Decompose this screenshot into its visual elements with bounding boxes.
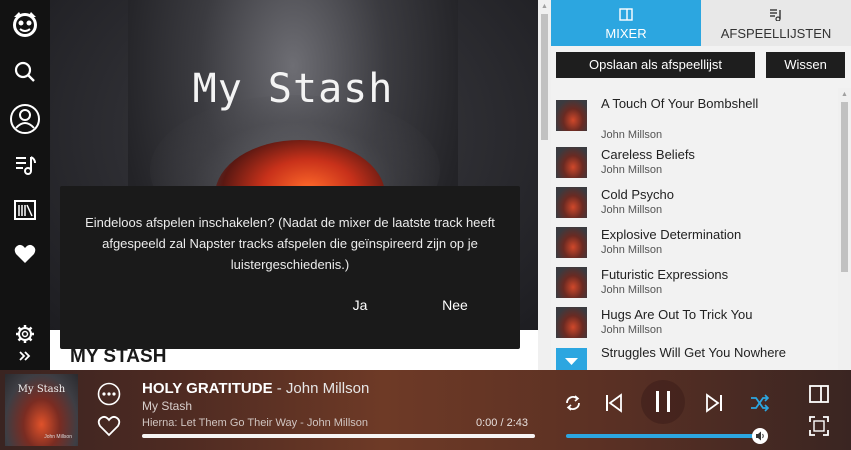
scroll-up-icon[interactable]: ▲ [541,3,548,10]
scroll-up-icon[interactable]: ▲ [841,91,848,98]
track-artist: John Millson [601,164,663,176]
playlist-icon [769,8,783,26]
play-pause-button[interactable] [641,380,685,424]
track-title: Hugs Are Out To Trick You [601,307,753,322]
napster-logo-icon[interactable] [9,8,41,40]
tab-mixer-label: MIXER [605,26,647,41]
endless-play-dialog: Eindeloos afspelen inschakelen? (Nadat d… [60,186,520,349]
progress-bar[interactable] [142,434,535,438]
track-artist: John Millson [601,284,663,296]
track-artist: John Millson [601,129,663,141]
repeat-icon[interactable] [564,394,582,417]
search-icon[interactable] [9,56,41,88]
queue-panel: MIXER AFSPEELLIJSTEN Opslaan als afspeel… [551,0,851,370]
list-item[interactable]: Struggles Will Get You Nowhere [551,344,838,370]
scroll-thumb[interactable] [541,14,548,140]
now-playing-playlist[interactable]: My Stash [142,399,192,413]
tab-mixer[interactable]: MIXER [551,0,701,46]
track-thumbnail [556,267,587,298]
track-artist: John Millson [601,244,663,256]
album-art-title: My Stash [17,384,66,395]
radio-icon[interactable] [9,194,41,226]
track-artist: John Millson [601,204,663,216]
no-button[interactable]: Nee [430,292,480,318]
volume-slider[interactable] [566,434,756,438]
dialog-message: Eindeloos afspelen inschakelen? (Nadat d… [85,215,495,272]
track-title: Cold Psycho [601,187,674,202]
yes-button[interactable]: Ja [340,292,380,318]
music-library-icon[interactable] [9,149,41,181]
more-options-icon[interactable] [97,382,121,411]
next-icon[interactable] [704,392,724,419]
panel-scrollbar[interactable]: ▲ [838,88,851,370]
track-title: Struggles Will Get You Nowhere [601,345,786,360]
track-title: Careless Beliefs [601,147,695,162]
favorite-icon[interactable] [97,415,121,442]
volume-knob[interactable] [752,428,768,444]
track-thumbnail [556,147,587,178]
list-item[interactable]: Explosive Determination John Millson [551,224,838,264]
now-playing-artist: - John Millson [272,380,370,397]
mixer-icon [619,8,633,26]
shuffle-icon[interactable] [750,394,770,417]
panel-tabs: MIXER AFSPEELLIJSTEN [551,0,851,46]
track-thumbnail [556,307,587,338]
tab-playlists-label: AFSPEELLIJSTEN [720,26,832,41]
track-thumbnail [556,100,587,131]
sidebar [0,0,50,370]
list-item[interactable]: Hugs Are Out To Trick You John Millson [551,304,838,344]
list-item[interactable]: A Touch Of Your Bombshell John Millson [551,92,838,141]
main-scrollbar[interactable]: ▲ [538,0,551,370]
track-title: Futuristic Expressions [601,267,729,282]
player-bar: My Stash John Millson HOLY GRATITUDE - J… [0,370,851,450]
track-title: A Touch Of Your Bombshell [601,96,759,111]
save-as-playlist-button[interactable]: Opslaan als afspeellijst [556,52,755,78]
track-thumbnail [556,187,587,218]
track-thumbnail [556,227,587,258]
page-title: MY STASH [70,346,167,367]
next-up-text: Hierna: Let Them Go Their Way - John Mil… [142,417,368,429]
list-item[interactable]: Futuristic Expressions John Millson [551,264,838,304]
expand-icon[interactable] [9,346,41,366]
fullscreen-icon[interactable] [808,415,830,442]
expand-down-icon[interactable] [556,348,587,370]
profile-icon[interactable] [9,103,41,135]
tab-playlists[interactable]: AFSPEELLIJSTEN [701,0,851,46]
list-item[interactable]: Cold Psycho John Millson [551,184,838,224]
scroll-thumb[interactable] [841,102,848,272]
track-artist: John Millson [601,324,663,336]
cover-title: My Stash [192,66,394,112]
list-item[interactable]: Careless Beliefs John Millson [551,144,838,184]
queue-panel-icon[interactable] [808,384,830,409]
clear-button[interactable]: Wissen [766,52,845,78]
favorites-icon[interactable] [9,238,41,270]
previous-icon[interactable] [604,392,624,419]
now-playing-title: HOLY GRATITUDE - John Millson [142,380,369,397]
now-playing-track: HOLY GRATITUDE [142,380,273,397]
track-title: Explosive Determination [601,227,742,242]
album-art-artist: John Millson [44,434,72,440]
time-readout: 0:00 / 2:43 [476,417,528,429]
track-list: A Touch Of Your Bombshell John Millson C… [551,88,838,370]
